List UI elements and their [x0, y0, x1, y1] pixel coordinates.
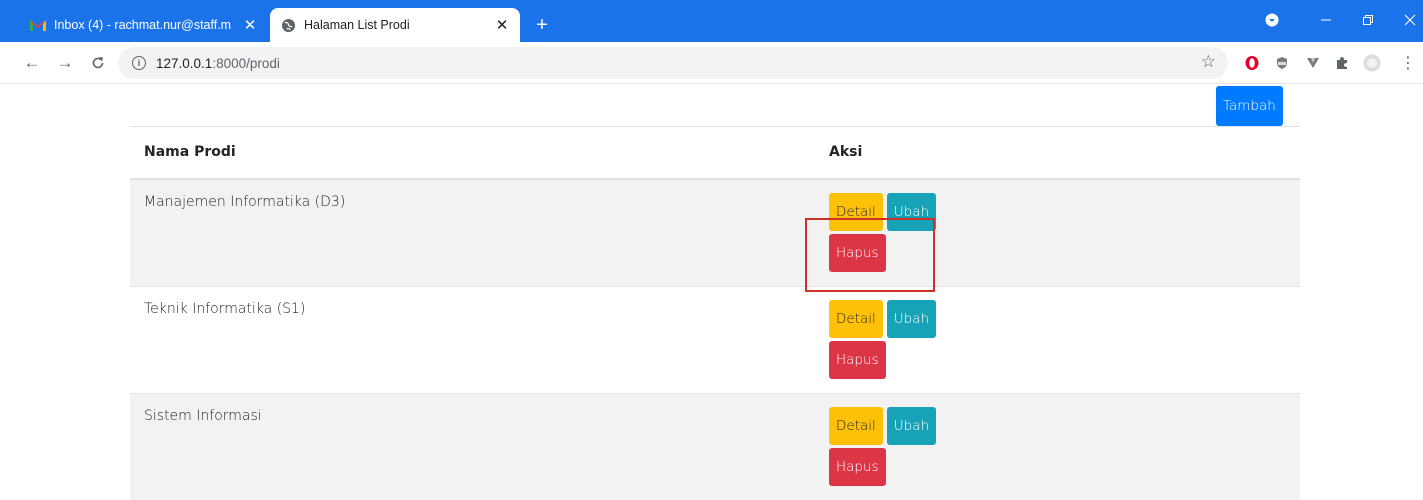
actions-cell: Detail Ubah Hapus: [815, 392, 1300, 500]
actions-cell: Detail Ubah Hapus: [815, 178, 1300, 286]
tab-title: Inbox (4) - rachmat.nur@staff.m: [54, 18, 232, 32]
ubah-button[interactable]: Ubah: [886, 299, 937, 338]
tab-inbox[interactable]: Inbox (4) - rachmat.nur@staff.m ✕: [20, 8, 268, 42]
address-bar[interactable]: i 127.0.0.1:8000/prodi ☆: [118, 47, 1228, 79]
restore-icon[interactable]: [1358, 10, 1378, 30]
menu-kebab-icon[interactable]: ⋮: [1398, 53, 1418, 73]
minimize-icon[interactable]: [1316, 10, 1336, 30]
url-text: 127.0.0.1:8000/prodi: [156, 55, 280, 71]
table-row: Manajemen Informatika (D3) Detail Ubah H…: [130, 178, 1300, 286]
tambah-button[interactable]: Tambah: [1216, 86, 1283, 126]
avg-shield-icon[interactable]: [1272, 53, 1292, 73]
back-arrow-icon[interactable]: ←: [20, 51, 44, 75]
bookmark-star-icon[interactable]: ☆: [1201, 52, 1216, 72]
ubah-button[interactable]: Ubah: [886, 406, 937, 445]
vpn-icon[interactable]: [1303, 53, 1323, 73]
profile-dropdown-icon[interactable]: [1262, 10, 1282, 30]
prodi-name-cell: Sistem Informasi: [130, 392, 815, 500]
close-tab-icon[interactable]: ✕: [242, 17, 258, 34]
prodi-name-cell: Teknik Informatika (S1): [130, 285, 815, 393]
detail-button[interactable]: Detail: [829, 192, 883, 231]
close-tab-icon[interactable]: ✕: [494, 17, 510, 34]
table-header-row: Nama Prodi Aksi: [130, 126, 1300, 180]
browser-toolbar: ← → i 127.0.0.1:8000/prodi ☆ ⋮: [0, 42, 1423, 84]
table-row: Sistem Informasi Detail Ubah Hapus: [130, 392, 1300, 500]
ubah-button[interactable]: Ubah: [886, 192, 937, 231]
hapus-button[interactable]: Hapus: [829, 233, 886, 272]
new-tab-button[interactable]: +: [530, 13, 554, 37]
detail-button[interactable]: Detail: [829, 406, 883, 445]
column-header-aksi: Aksi: [815, 126, 1300, 180]
close-window-icon[interactable]: [1400, 10, 1420, 30]
page-content: Tambah Nama Prodi Aksi Manajemen Informa…: [0, 84, 1423, 500]
profile-avatar-icon[interactable]: [1362, 53, 1382, 73]
forward-arrow-icon[interactable]: →: [53, 51, 77, 75]
tab-title: Halaman List Prodi: [304, 18, 410, 32]
hapus-button[interactable]: Hapus: [829, 447, 886, 486]
actions-cell: Detail Ubah Hapus: [815, 285, 1300, 393]
table-row: Teknik Informatika (S1) Detail Ubah Hapu…: [130, 285, 1300, 393]
browser-tab-strip: Inbox (4) - rachmat.nur@staff.m ✕ Halama…: [0, 0, 1423, 42]
detail-button[interactable]: Detail: [829, 299, 883, 338]
opera-icon[interactable]: [1242, 53, 1262, 73]
reload-icon[interactable]: [86, 51, 110, 75]
info-icon[interactable]: i: [132, 56, 146, 70]
prodi-table: Nama Prodi Aksi Manajemen Informatika (D…: [130, 126, 1300, 500]
gmail-icon: [30, 17, 46, 33]
globe-icon: [280, 17, 296, 33]
column-header-nama-prodi: Nama Prodi: [130, 126, 815, 180]
tab-halaman-list-prodi[interactable]: Halaman List Prodi ✕: [270, 8, 520, 42]
hapus-button[interactable]: Hapus: [829, 340, 886, 379]
extensions-puzzle-icon[interactable]: [1332, 53, 1352, 73]
prodi-name-cell: Manajemen Informatika (D3): [130, 178, 815, 286]
